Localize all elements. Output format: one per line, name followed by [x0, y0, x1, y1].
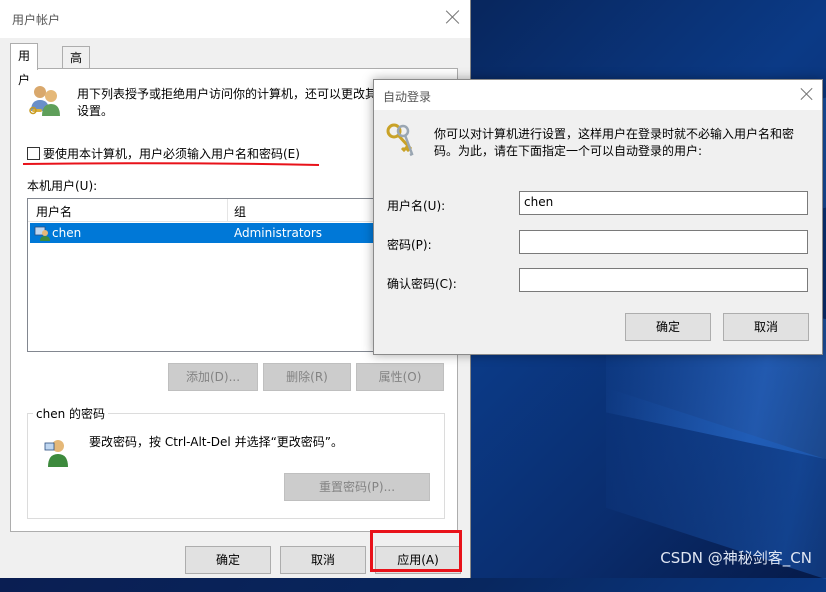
auto-login-dialog: 自动登录 你可以对计算机进行设置，这样用户在登录时就不必输入用户名和密码。为此，…: [373, 79, 823, 355]
title-bar: 用户帐户: [0, 0, 470, 38]
auto-login-title-bar: 自动登录: [374, 80, 822, 110]
tab-users-label: 用户: [18, 49, 31, 87]
reset-password-button[interactable]: 重置密码(P)...: [284, 473, 430, 501]
auto-login-ok-button[interactable]: 确定: [625, 313, 711, 341]
users-icon: [29, 86, 60, 116]
password-input[interactable]: [519, 230, 808, 254]
password-label: 密码(P):: [387, 238, 432, 252]
auto-login-description: 你可以对计算机进行设置，这样用户在登录时就不必输入用户名和密码。为此，请在下面指…: [434, 127, 795, 158]
close-icon[interactable]: [801, 88, 813, 100]
row-username: chen: [52, 226, 82, 240]
delete-button[interactable]: 删除(R): [263, 363, 351, 391]
auto-login-title: 自动登录: [383, 90, 432, 104]
user-icon: [34, 226, 50, 241]
username-label: 用户名(U):: [387, 199, 446, 213]
column-header-group[interactable]: 组: [234, 203, 246, 220]
add-button[interactable]: 添加(D)...: [168, 363, 258, 391]
column-header-username[interactable]: 用户名: [36, 203, 72, 220]
username-input[interactable]: chen: [519, 191, 808, 215]
confirm-password-label: 确认密码(C):: [387, 277, 457, 291]
require-password-checkbox[interactable]: [27, 147, 40, 160]
user-password-icon: [44, 440, 68, 467]
window-title: 用户帐户: [12, 13, 61, 27]
annotation-underline: [22, 162, 320, 166]
watermark: CSDN @神秘剑客_CN: [660, 549, 812, 567]
require-password-label[interactable]: 要使用本计算机，用户必须输入用户名和密码(E): [43, 145, 300, 162]
cancel-button[interactable]: 取消: [280, 546, 366, 574]
annotation-box: [370, 530, 462, 572]
auto-login-cancel-button[interactable]: 取消: [723, 313, 809, 341]
close-icon[interactable]: [446, 10, 460, 24]
local-users-label: 本机用户(U):: [27, 179, 98, 193]
confirm-password-input[interactable]: [519, 268, 808, 292]
password-group-label: chen 的密码: [33, 405, 109, 422]
password-group: [27, 413, 445, 519]
properties-button[interactable]: 属性(O): [356, 363, 444, 391]
column-divider[interactable]: [227, 199, 228, 221]
tab-users[interactable]: 用户: [10, 43, 39, 87]
tab-advanced[interactable]: 高级: [62, 46, 91, 87]
row-group: Administrators: [234, 226, 323, 240]
keys-icon: [386, 123, 414, 157]
ok-button[interactable]: 确定: [185, 546, 271, 574]
password-hint: 要改密码，按 Ctrl-Alt-Del 并选择“更改密码”。: [89, 435, 344, 449]
